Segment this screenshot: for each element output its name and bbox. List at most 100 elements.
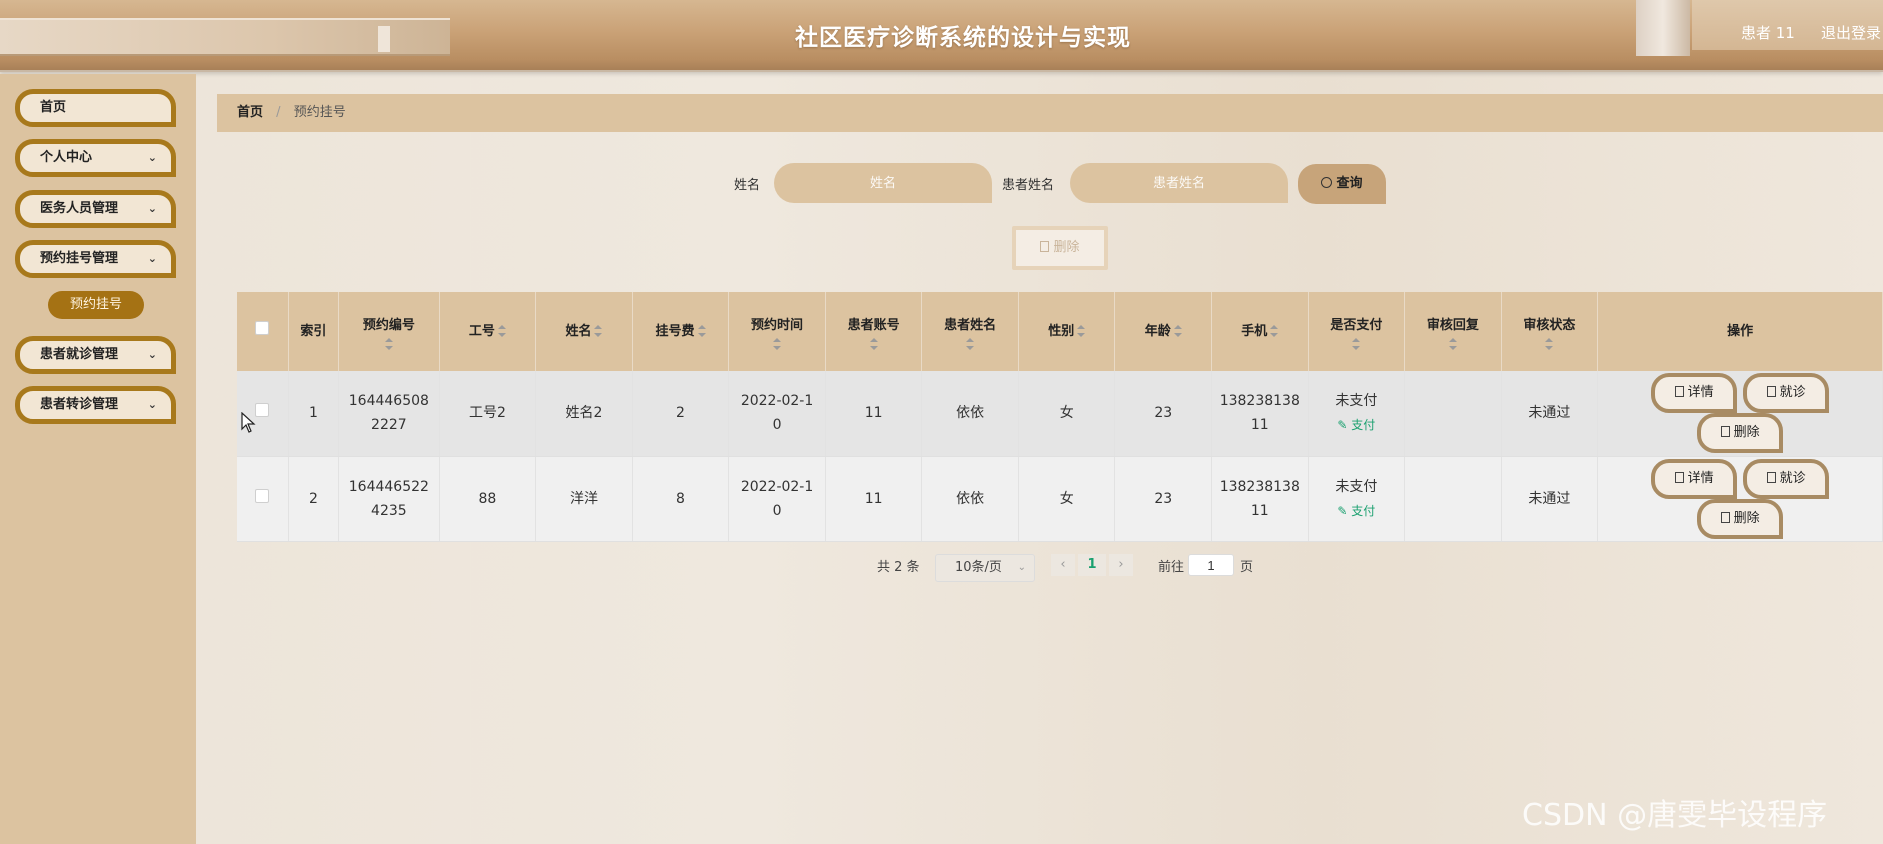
sort-icon[interactable]: [594, 325, 603, 337]
sort-icon[interactable]: [1448, 337, 1457, 350]
sidebar-item-label: 个人中心: [40, 150, 93, 165]
cell-reply: [1404, 456, 1502, 542]
sort-icon[interactable]: [773, 337, 782, 350]
batch-delete-label: 删除: [1053, 240, 1080, 255]
pay-link[interactable]: ✎ 支付: [1337, 504, 1375, 518]
sidebar-item-appointment[interactable]: 预约挂号管理 ⌄: [15, 240, 176, 278]
page-size-value: 10条/页: [955, 560, 1002, 575]
sidebar-item-patient-visit[interactable]: 患者就诊管理 ⌄: [15, 336, 176, 374]
sort-icon[interactable]: [384, 337, 393, 350]
query-button-label: 查询: [1336, 176, 1363, 191]
sidebar-item-home[interactable]: 首页: [15, 89, 176, 127]
sidebar-item-medical-staff[interactable]: 医务人员管理 ⌄: [15, 190, 176, 228]
column-header[interactable]: 挂号费: [632, 292, 730, 371]
cell-status: 未通过: [1501, 371, 1599, 457]
sort-icon[interactable]: [869, 337, 878, 350]
sort-icon[interactable]: [1270, 325, 1279, 337]
cell-gender: 女: [1018, 371, 1116, 457]
cell-name: 姓名2: [535, 371, 633, 457]
current-user: 患者 11: [1741, 24, 1795, 42]
top-header: 社区医疗诊断系统的设计与实现 患者 11 退出登录: [0, 0, 1883, 72]
row-checkbox[interactable]: [255, 488, 270, 503]
column-header[interactable]: 姓名: [535, 292, 633, 371]
patient-name-search-input[interactable]: [1070, 163, 1288, 203]
sort-icon[interactable]: [1077, 325, 1086, 337]
column-header[interactable]: 审核回复: [1404, 292, 1502, 371]
sidebar-item-personal-center[interactable]: 个人中心 ⌄: [15, 139, 176, 177]
sort-icon[interactable]: [697, 325, 706, 337]
page-unit-label: 页: [1240, 560, 1254, 575]
column-header[interactable]: 是否支付: [1308, 292, 1406, 371]
trash-icon: [1720, 426, 1730, 438]
search-icon: [1321, 177, 1333, 188]
column-header[interactable]: 性别: [1018, 292, 1116, 371]
visit-button[interactable]: 就诊: [1743, 373, 1830, 414]
cell-phone: 138238138 11: [1211, 371, 1309, 457]
visit-button[interactable]: 就诊: [1743, 458, 1830, 499]
table-row: 2 164446522 4235 88 洋洋 8 2022-02-1 0 11 依依…: [237, 456, 1883, 542]
goto-page-input[interactable]: [1188, 554, 1234, 576]
chevron-down-icon: ⌄: [147, 252, 157, 265]
table-header-row: 索引 预约编号 工号 姓名 挂号费 预约时间 患者账号 患者姓名 性别 年龄 手…: [237, 292, 1883, 371]
column-header[interactable]: 审核状态: [1501, 292, 1599, 371]
select-all-checkbox[interactable]: [255, 320, 270, 335]
delete-button[interactable]: 删除: [1697, 413, 1784, 454]
breadcrumb-separator: /: [276, 105, 281, 120]
column-header[interactable]: 年龄: [1114, 292, 1213, 371]
sort-icon[interactable]: [1352, 337, 1361, 350]
sidebar-item-label: 患者就诊管理: [40, 347, 119, 362]
chevron-down-icon: ⌄: [1017, 562, 1026, 573]
page-number-button[interactable]: 1: [1078, 554, 1106, 576]
cell-time: 2022-02-1 0: [728, 456, 826, 542]
appointment-table: 索引 预约编号 工号 姓名 挂号费 预约时间 患者账号 患者姓名 性别 年龄 手…: [237, 292, 1883, 542]
cell-account: 11: [825, 456, 923, 542]
prev-page-button[interactable]: ‹: [1051, 554, 1075, 576]
column-header: 索引: [288, 292, 340, 371]
name-search-input[interactable]: [774, 163, 992, 203]
row-checkbox[interactable]: [255, 403, 270, 418]
sort-icon[interactable]: [1545, 337, 1554, 350]
cell-booking-no: 164446522 4235: [338, 456, 440, 542]
logout-link[interactable]: 退出登录: [1821, 22, 1881, 43]
sort-icon[interactable]: [1173, 325, 1182, 337]
detail-button[interactable]: 详情: [1651, 373, 1738, 414]
name-search-label: 姓名: [734, 178, 761, 193]
column-header[interactable]: 工号: [439, 292, 537, 371]
cell-actions: 详情 就诊删除: [1597, 456, 1883, 542]
cell-actions: 详情 就诊删除: [1597, 371, 1883, 457]
sidebar-item-label: 医务人员管理: [40, 201, 119, 216]
cell-name: 洋洋: [535, 456, 633, 542]
cell-fee: 2: [632, 371, 730, 457]
app-title: 社区医疗诊断系统的设计与实现: [795, 25, 1131, 51]
breadcrumb-home[interactable]: 首页: [237, 105, 263, 120]
query-button[interactable]: 查询: [1298, 164, 1386, 204]
column-header[interactable]: 预约时间: [728, 292, 826, 371]
pay-link[interactable]: ✎ 支付: [1337, 418, 1375, 432]
cell-phone: 138238138 11: [1211, 456, 1309, 542]
column-header[interactable]: 患者姓名: [921, 292, 1019, 371]
sidebar-item-patient-referral[interactable]: 患者转诊管理 ⌄: [15, 386, 176, 424]
trash-icon: [1040, 241, 1050, 252]
page-size-select[interactable]: 10条/页 ⌄: [935, 554, 1035, 582]
next-page-button[interactable]: ›: [1109, 554, 1133, 576]
sidebar-item-label: 患者转诊管理: [40, 397, 119, 412]
batch-delete-button[interactable]: 删除: [1012, 226, 1108, 270]
detail-button[interactable]: 详情: [1651, 458, 1738, 499]
delete-button[interactable]: 删除: [1697, 498, 1784, 539]
goto-label: 前往: [1158, 560, 1185, 575]
cell-booking-no: 164446508 2227: [338, 371, 440, 457]
column-header[interactable]: 患者账号: [825, 292, 923, 371]
table-row: 1 164446508 2227 工号2 姓名2 2 2022-02-1 0 11 …: [237, 371, 1883, 457]
column-header[interactable]: 预约编号: [338, 292, 440, 371]
column-header[interactable]: 手机: [1211, 292, 1309, 371]
cell-age: 23: [1114, 456, 1213, 542]
sidebar-subitem-appointment[interactable]: 预约挂号: [48, 291, 144, 319]
breadcrumb: 首页 / 预约挂号: [217, 94, 1883, 132]
document-icon: [1674, 386, 1684, 398]
cell-account: 11: [825, 371, 923, 457]
patient-name-search-label: 患者姓名: [1002, 178, 1055, 193]
cell-patient-name: 依依: [921, 371, 1019, 457]
sort-icon[interactable]: [497, 325, 506, 337]
sort-icon[interactable]: [966, 337, 975, 350]
chevron-down-icon: ⌄: [147, 202, 157, 215]
